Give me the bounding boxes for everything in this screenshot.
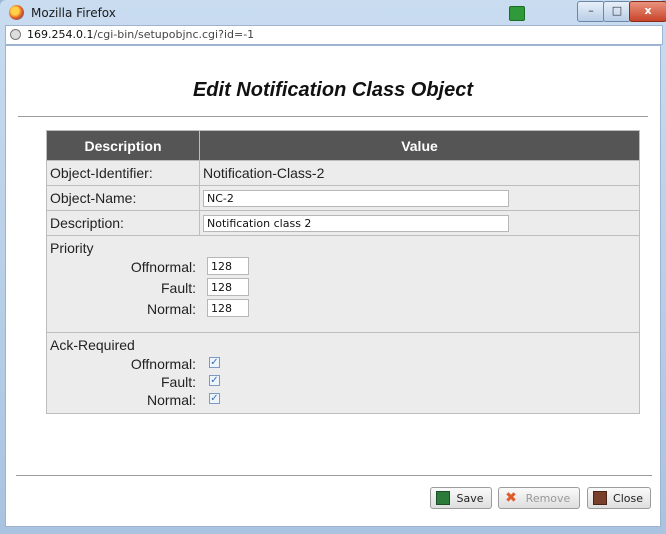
remove-button[interactable]: ✖ Remove [498, 487, 580, 509]
firefox-icon [9, 5, 24, 20]
globe-icon [10, 29, 21, 40]
footer-divider [16, 475, 652, 476]
page-content: Edit Notification Class Object Descripti… [5, 45, 661, 527]
url-path: /cgi-bin/setupobjnc.cgi?id=-1 [93, 28, 255, 41]
ack-normal-checkbox[interactable]: ✓ [209, 393, 220, 404]
ack-offnormal-label: Offnormal: [130, 356, 196, 372]
title-divider [18, 116, 648, 117]
ack-offnormal-checkbox[interactable]: ✓ [209, 357, 220, 368]
ack-required-title: Ack-Required [50, 337, 135, 353]
priority-normal-input[interactable] [207, 299, 249, 317]
properties-table: Description Value Object-Identifier: Not… [46, 130, 640, 414]
priority-section: Priority Offnormal: Fault: Normal: [46, 235, 640, 333]
object-name-input[interactable] [203, 190, 509, 207]
save-icon [436, 491, 450, 505]
network-icon [509, 6, 525, 21]
header-value: Value [199, 130, 640, 161]
window-title: Mozilla Firefox [31, 6, 116, 20]
header-description: Description [46, 130, 200, 161]
close-icon [593, 491, 607, 505]
ack-required-section: Ack-Required Offnormal: ✓ Fault: ✓ Norma… [46, 332, 640, 414]
priority-fault-label: Fault: [160, 280, 196, 296]
table-header-row: Description Value [46, 130, 640, 161]
remove-icon: ✖ [505, 490, 517, 506]
minimize-button[interactable]: – [577, 1, 605, 22]
description-label: Description: [46, 210, 200, 236]
url-host: 169.254.0.1 [27, 28, 94, 41]
close-button[interactable]: Close [587, 487, 651, 509]
priority-offnormal-input[interactable] [207, 257, 249, 275]
priority-normal-row: Normal: [50, 298, 636, 319]
title-bar: Mozilla Firefox – □ x [0, 0, 666, 26]
ack-fault-row: Fault: ✓ [50, 371, 636, 390]
table-row: Description: [46, 210, 640, 236]
ack-fault-checkbox[interactable]: ✓ [209, 375, 220, 386]
object-identifier-label: Object-Identifier: [46, 160, 200, 186]
priority-title: Priority [50, 240, 94, 256]
save-button[interactable]: Save [430, 487, 492, 509]
table-row: Object-Identifier: Notification-Class-2 [46, 160, 640, 186]
close-label: Close [613, 492, 643, 505]
object-name-label: Object-Name: [46, 185, 200, 211]
description-input[interactable] [203, 215, 509, 232]
url-text: 169.254.0.1/cgi-bin/setupobjnc.cgi?id=-1 [27, 28, 254, 41]
priority-fault-input[interactable] [207, 278, 249, 296]
remove-label: Remove [525, 492, 571, 505]
priority-offnormal-row: Offnormal: [50, 256, 636, 277]
maximize-button[interactable]: □ [603, 1, 631, 22]
priority-offnormal-label: Offnormal: [130, 259, 196, 275]
ack-normal-label: Normal: [146, 392, 196, 408]
priority-fault-row: Fault: [50, 277, 636, 298]
ack-normal-row: Normal: ✓ [50, 389, 636, 408]
object-identifier-value: Notification-Class-2 [199, 160, 640, 186]
close-window-button[interactable]: x [629, 1, 666, 22]
ack-fault-label: Fault: [160, 374, 196, 390]
browser-window: Mozilla Firefox – □ x 169.254.0.1/cgi-bi… [0, 0, 666, 534]
address-bar[interactable]: 169.254.0.1/cgi-bin/setupobjnc.cgi?id=-1 [5, 25, 663, 45]
page-title: Edit Notification Class Object [192, 79, 474, 101]
priority-normal-label: Normal: [146, 301, 196, 317]
table-row: Object-Name: [46, 185, 640, 211]
ack-offnormal-row: Offnormal: ✓ [50, 353, 636, 372]
save-label: Save [456, 492, 484, 505]
